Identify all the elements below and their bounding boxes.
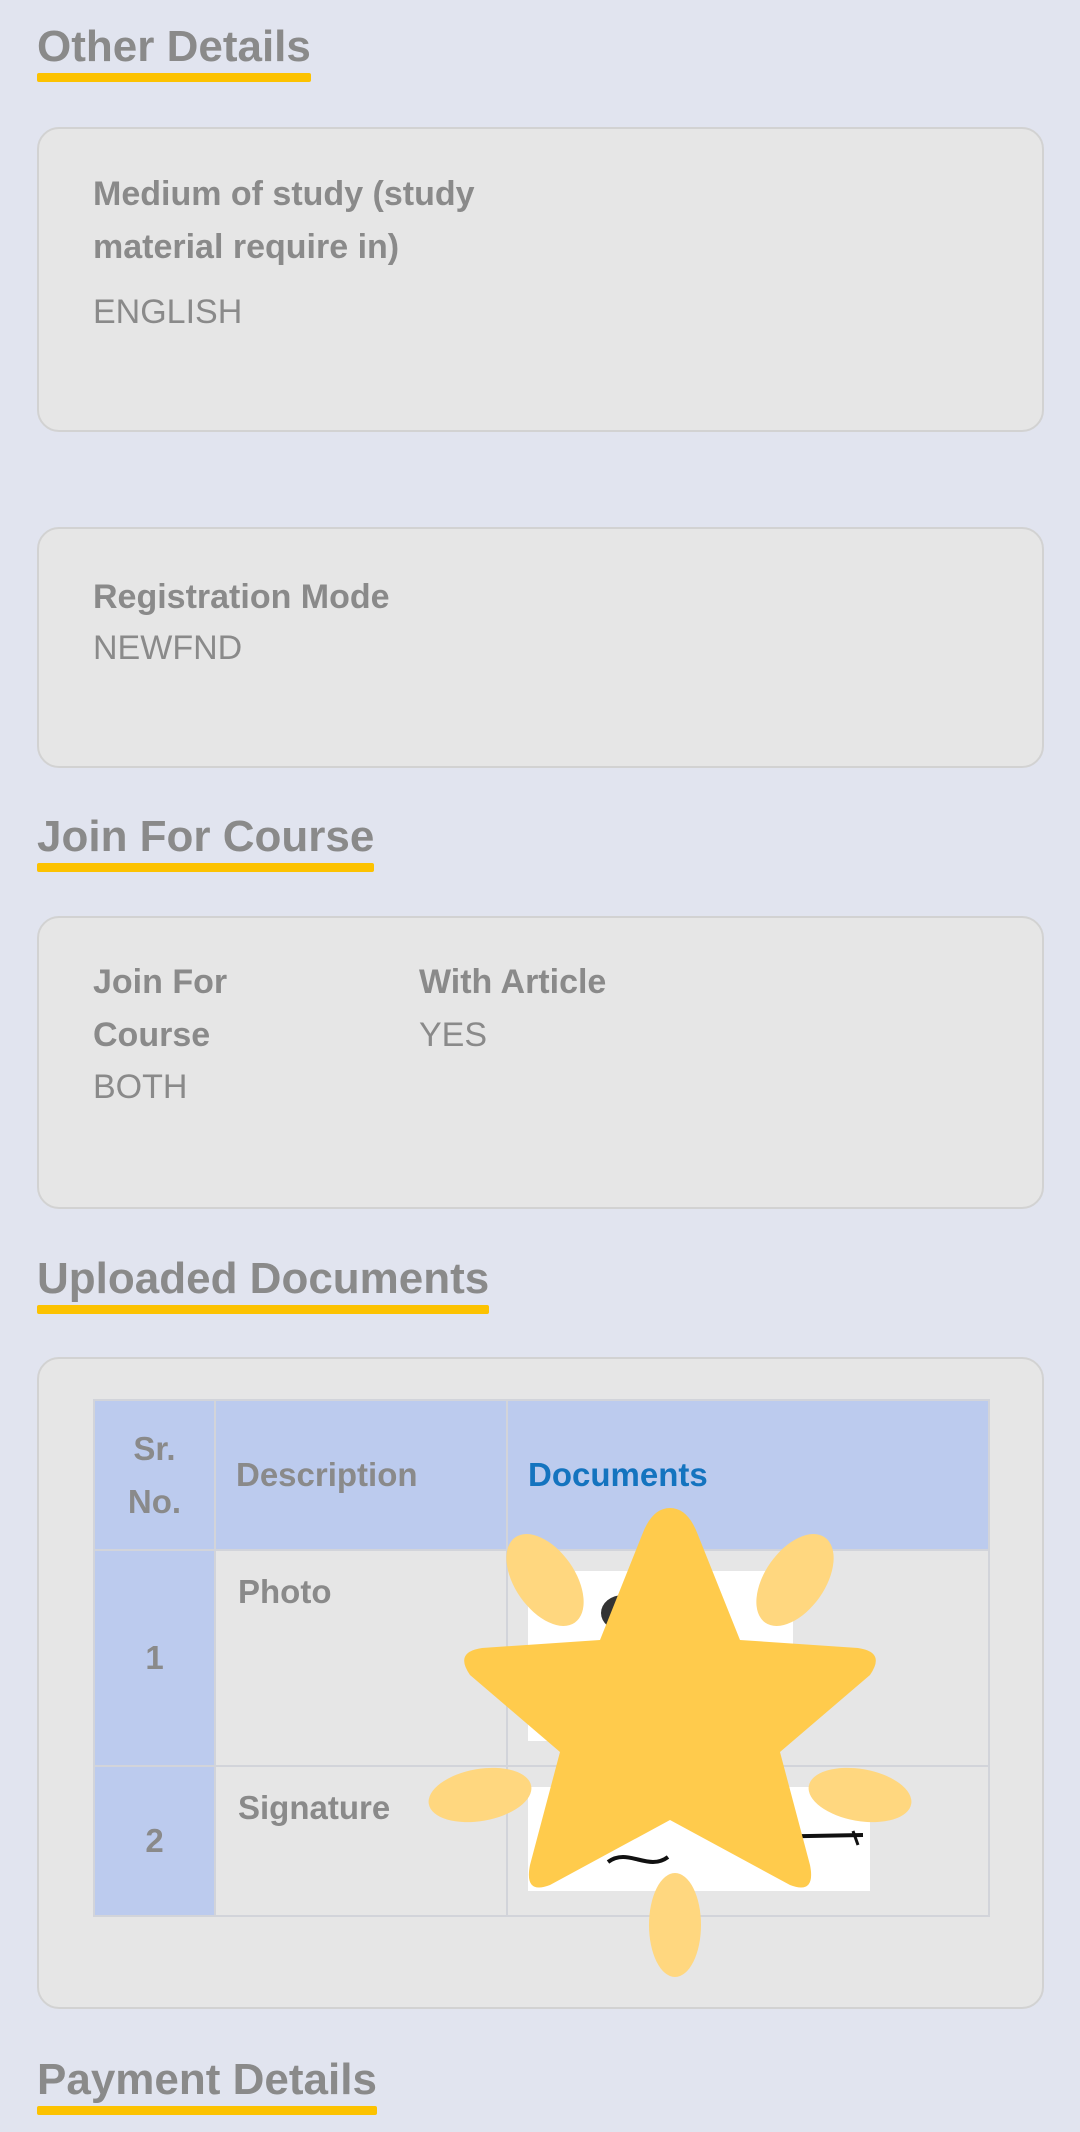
join-for-course-value: BOTH bbox=[93, 1068, 188, 1106]
signature-document-cell bbox=[506, 1765, 990, 1917]
header-description: Description bbox=[214, 1399, 508, 1551]
registration-mode-value: NEWFND bbox=[93, 629, 243, 667]
section-title-other-details: Other Details bbox=[37, 22, 311, 82]
documents-table: Sr. No. Description Documents 1 Photo 2 … bbox=[93, 1399, 990, 1917]
medium-of-study-card: Medium of study (study material require … bbox=[37, 127, 1044, 432]
section-title-join-for-course: Join For Course bbox=[37, 812, 375, 872]
photo-thumbnail[interactable] bbox=[528, 1571, 793, 1741]
row-description: Photo bbox=[214, 1549, 508, 1767]
section-title-payment-details: Payment Details bbox=[37, 2055, 377, 2115]
row-sr-no: 2 bbox=[93, 1765, 216, 1917]
medium-of-study-label: Medium of study (study material require … bbox=[93, 175, 475, 266]
photo-image-icon bbox=[601, 1595, 645, 1631]
signature-thumbnail[interactable] bbox=[528, 1787, 870, 1891]
join-for-course-card: Join For Course BOTH With Article YES bbox=[37, 916, 1044, 1209]
table-row: 1 Photo bbox=[93, 1549, 990, 1767]
signature-image-icon bbox=[606, 1830, 864, 1864]
table-row: 2 Signature bbox=[93, 1765, 990, 1917]
join-for-course-label: Join For Course bbox=[93, 963, 228, 1054]
photo-document-cell bbox=[506, 1549, 990, 1767]
table-header-row: Sr. No. Description Documents bbox=[93, 1399, 990, 1551]
header-sr-no: Sr. No. bbox=[93, 1399, 216, 1551]
uploaded-documents-card: Sr. No. Description Documents 1 Photo 2 … bbox=[37, 1357, 1044, 2009]
registration-mode-label: Registration Mode bbox=[93, 578, 390, 616]
with-article-label: With Article bbox=[419, 963, 607, 1001]
row-sr-no: 1 bbox=[93, 1549, 216, 1767]
medium-of-study-value: ENGLISH bbox=[93, 293, 243, 331]
row-description: Signature bbox=[214, 1765, 508, 1917]
with-article-value: YES bbox=[419, 1016, 488, 1054]
registration-mode-card: Registration Mode NEWFND bbox=[37, 527, 1044, 768]
section-title-uploaded-documents: Uploaded Documents bbox=[37, 1254, 490, 1314]
header-documents[interactable]: Documents bbox=[506, 1399, 990, 1551]
